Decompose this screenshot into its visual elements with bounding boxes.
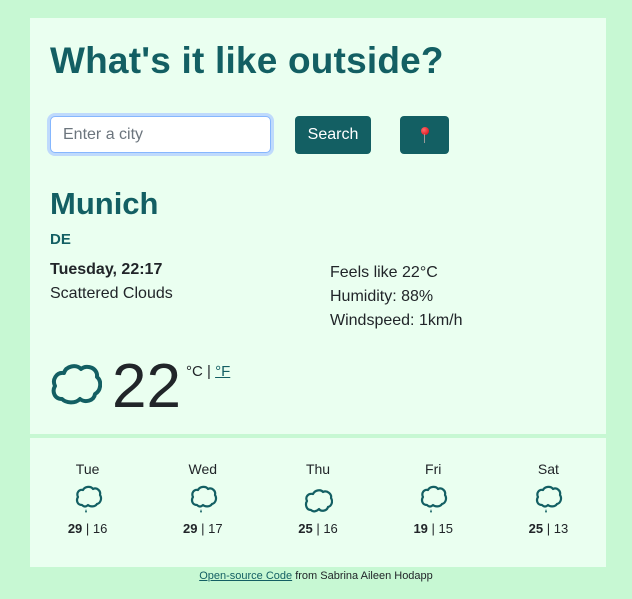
forecast-min: 13: [553, 521, 569, 536]
forecast-card: Tue 29 | 16 Wed 29 | 17 Thu 25 | 16 Fri: [30, 438, 606, 567]
cloud-rain-icon: [536, 485, 563, 513]
forecast-day: Tue 29 | 16: [30, 438, 145, 567]
forecast-temps: 29 | 17: [183, 521, 223, 536]
city-name: Munich: [50, 186, 159, 221]
cloud-rain-icon: [421, 485, 448, 513]
forecast-day-name: Wed: [188, 461, 218, 477]
celsius-label: °C: [186, 363, 203, 380]
round-pushpin-icon: [420, 125, 430, 145]
forecast-day: Sat 25 | 13: [491, 438, 606, 567]
forecast-temps: 29 | 16: [67, 521, 108, 536]
weather-description: Scattered Clouds: [50, 285, 173, 302]
forecast-max: 25: [528, 521, 544, 536]
forecast-min: 16: [323, 521, 338, 536]
humidity: Humidity: 88%: [330, 288, 434, 305]
forecast-min: 17: [208, 521, 223, 536]
forecast-min: 16: [92, 521, 108, 536]
cloud-rain-icon: [75, 485, 102, 513]
forecast-temps: 19 | 15: [413, 521, 453, 536]
current-weather-card: What's it like outside? Search Munich DE…: [30, 18, 606, 434]
cloud-icon: [51, 364, 102, 405]
forecast-min: 15: [438, 521, 453, 536]
forecast-max: 19: [413, 521, 428, 536]
forecast-day: Fri 19 | 15: [376, 438, 491, 567]
forecast-max: 29: [67, 521, 83, 536]
feels-like: Feels like 22°C: [330, 264, 438, 281]
forecast-temps: 25 | 16: [298, 521, 338, 536]
page-title: What's it like outside?: [50, 40, 444, 81]
open-source-code-link[interactable]: Open-source Code: [199, 570, 292, 582]
city-search-input[interactable]: [50, 116, 271, 153]
unit-separator: |: [202, 363, 216, 380]
forecast-day-name: Fri: [425, 461, 442, 477]
fahrenheit-link[interactable]: °F: [215, 363, 230, 380]
forecast-day-name: Thu: [305, 461, 331, 477]
weather-details: Feels like 22°C Humidity: 88% Windspeed:…: [330, 261, 463, 333]
forecast-day: Thu 25 | 16: [260, 438, 375, 567]
footer-credit: from Sabrina Aileen Hodapp: [292, 570, 433, 582]
forecast-max: 29: [183, 521, 198, 536]
forecast-day-name: Tue: [75, 461, 100, 477]
forecast-temps: 25 | 13: [528, 521, 569, 536]
forecast-day: Wed 29 | 17: [145, 438, 260, 567]
current-temperature: 22: [112, 352, 181, 421]
windspeed: Windspeed: 1km/h: [330, 312, 463, 329]
forecast-day-name: Sat: [537, 461, 559, 477]
current-location-button[interactable]: [400, 116, 449, 154]
search-button[interactable]: Search: [295, 116, 371, 154]
forecast-list: Tue 29 | 16 Wed 29 | 17 Thu 25 | 16 Fri: [30, 438, 606, 567]
unit-switcher: °C | °F: [186, 363, 230, 380]
forecast-max: 25: [298, 521, 313, 536]
cloud-icon: [304, 489, 333, 513]
footer: Open-source Code from Sabrina Aileen Hod…: [0, 570, 632, 582]
date-time: Tuesday, 22:17: [50, 261, 163, 278]
cloud-rain-icon: [190, 485, 217, 513]
country-code: DE: [50, 231, 71, 248]
